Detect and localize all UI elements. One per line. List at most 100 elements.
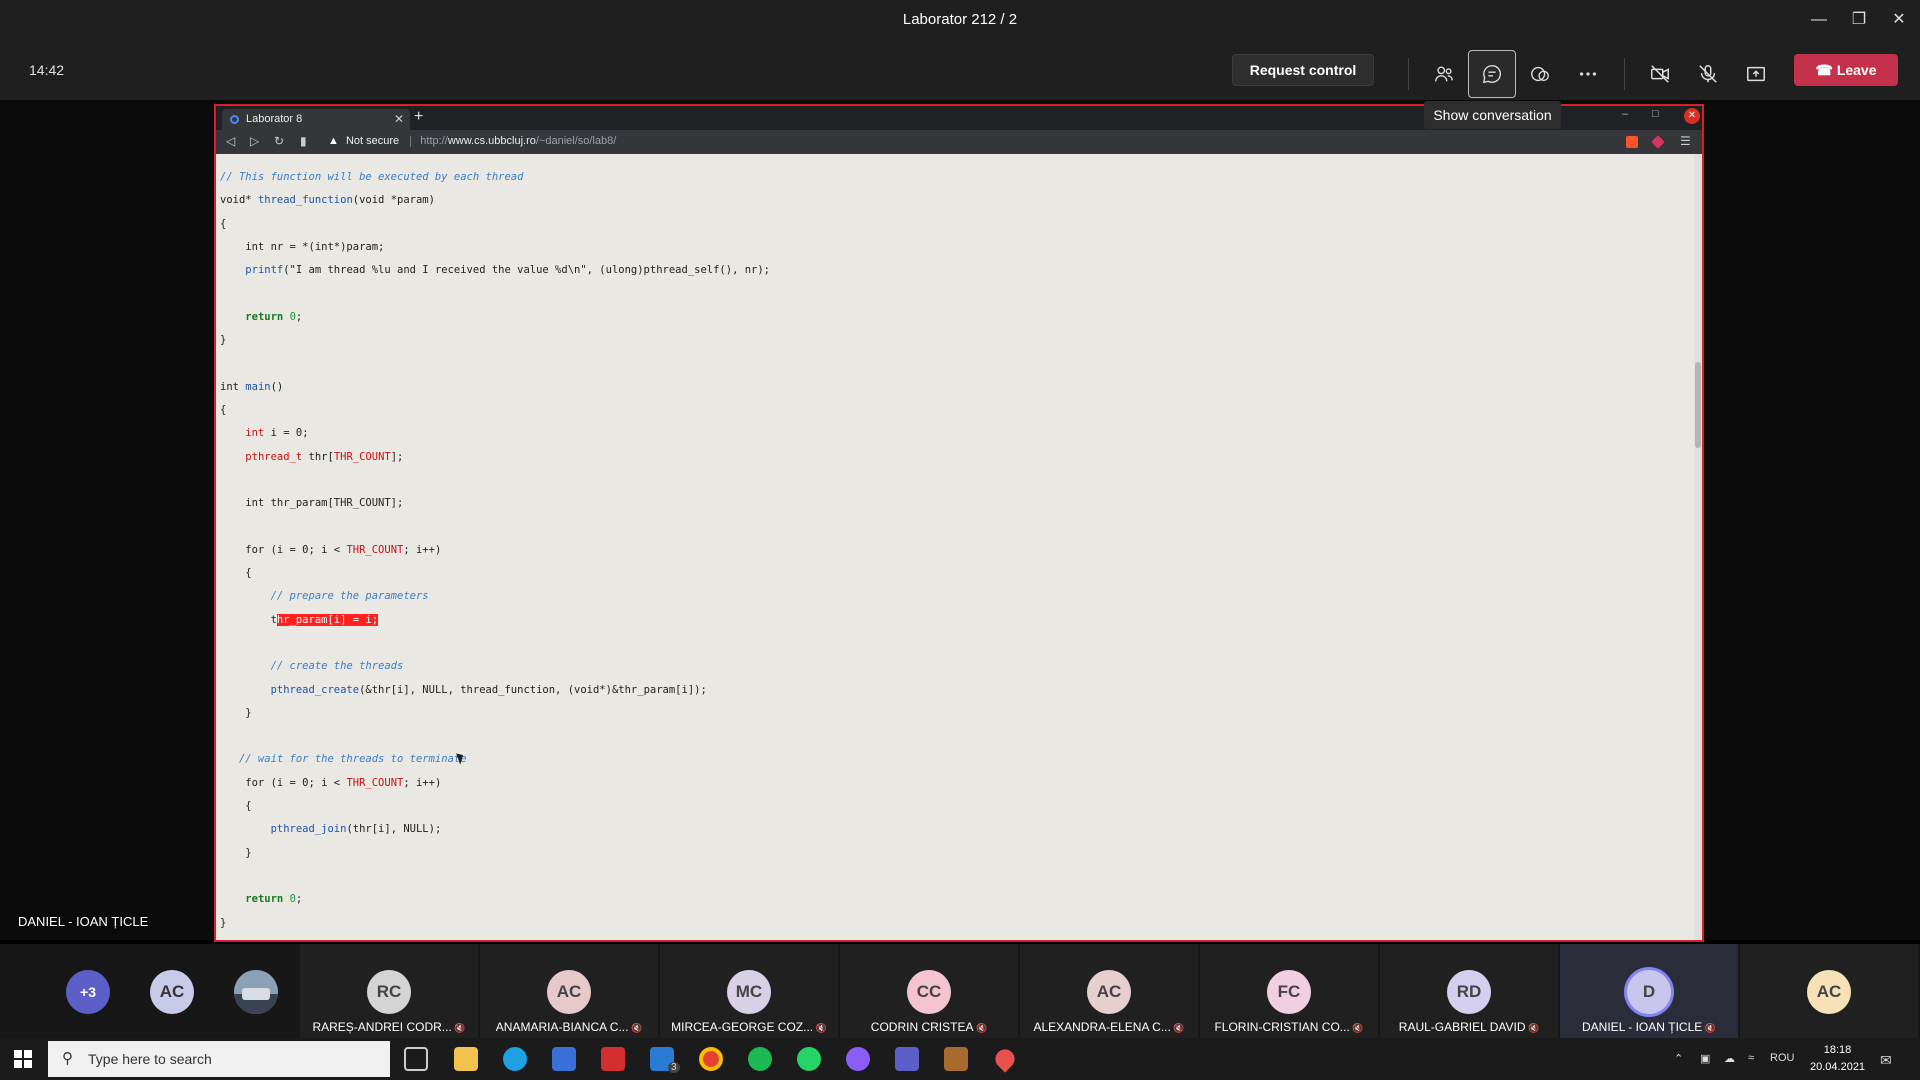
language-indicator[interactable]: ROU — [1770, 1052, 1794, 1064]
leave-button[interactable]: ☎ Leave — [1794, 54, 1898, 86]
muted-mic-icon: 🔇 — [1349, 1023, 1364, 1033]
menu-icon[interactable]: ☰ — [1680, 134, 1691, 148]
page-scrollbar[interactable] — [1694, 154, 1702, 940]
reload-icon[interactable]: ↻ — [274, 134, 284, 148]
search-icon: ⚲ — [62, 1050, 73, 1067]
file-explorer-icon[interactable] — [454, 1047, 478, 1071]
app-icon[interactable] — [991, 1045, 1019, 1073]
url-path: /~daniel/so/lab8/ — [535, 135, 617, 147]
whatsapp-icon[interactable] — [797, 1047, 821, 1071]
participant-tile[interactable]: AC ALEXANDRA-ELENA C... 🔇 — [1020, 944, 1198, 1038]
bookmark-icon[interactable]: ▮ — [300, 134, 307, 148]
participant-name-text: RAUL-GABRIEL DAVID — [1398, 1020, 1526, 1034]
taskbar-search-input[interactable]: ⚲ Type here to search — [48, 1041, 390, 1077]
avatar: AC — [1087, 970, 1131, 1014]
overflow-participants-button[interactable]: +3 — [66, 970, 110, 1014]
page-content: // This function will be executed by eac… — [216, 154, 1702, 940]
brave-shield-icon[interactable] — [1626, 136, 1638, 148]
participant-tile[interactable]: AC — [1740, 944, 1918, 1038]
mic-off-icon[interactable] — [1684, 50, 1732, 98]
restore-icon[interactable]: ❐ — [1844, 8, 1874, 32]
divider — [410, 135, 412, 147]
url-field[interactable]: ▲ Not secure http://www.cs.ubbcluj.ro/~d… — [328, 135, 616, 147]
wifi-icon[interactable]: ≈ — [1748, 1052, 1754, 1064]
camera-off-icon[interactable] — [1636, 50, 1684, 98]
acrobat-icon[interactable] — [601, 1047, 625, 1071]
browser-close-icon[interactable]: ✕ — [1684, 108, 1700, 124]
close-tab-icon[interactable]: ✕ — [394, 109, 404, 130]
avatar: D — [1627, 970, 1671, 1014]
participant-tile[interactable]: AC ANAMARIA-BIANCA C... 🔇 — [480, 944, 658, 1038]
reactions-icon[interactable] — [1516, 50, 1564, 98]
participant-tile[interactable]: CC CODRIN CRISTEA 🔇 — [840, 944, 1018, 1038]
more-options-icon[interactable] — [1564, 50, 1612, 98]
brave-rewards-icon[interactable] — [1651, 135, 1665, 149]
close-icon[interactable]: ✕ — [1884, 8, 1914, 32]
windows-taskbar: ⚲ Type here to search 3 ⌃ ▣ ☁ ≈ ROU 18:1… — [0, 1038, 1920, 1080]
shared-browser-window: Laborator 8 ✕ + – □ ✕ ◁ ▷ ↻ ▮ ▲ Not secu… — [214, 104, 1704, 942]
participant-name: RAUL-GABRIEL DAVID 🔇 — [1380, 1020, 1558, 1034]
avatar: AC — [1807, 970, 1851, 1014]
browser-tab[interactable]: Laborator 8 ✕ — [222, 109, 410, 130]
browser-restore-icon[interactable]: □ — [1652, 108, 1659, 120]
url-host: www.cs.ubbcluj.ro — [447, 135, 536, 147]
title-bar: Laborator 212 / 2 — ❐ ✕ — [0, 0, 1920, 40]
share-screen-icon[interactable] — [1732, 50, 1780, 98]
avatar-photo[interactable] — [234, 970, 278, 1014]
participant-name-text: CODRIN CRISTEA — [870, 1020, 974, 1034]
avatar: CC — [907, 970, 951, 1014]
browser-address-bar: ◁ ▷ ↻ ▮ ▲ Not secure http://www.cs.ubbcl… — [216, 130, 1702, 154]
participant-name: MIRCEA-GEORGE COZ... 🔇 — [660, 1020, 838, 1034]
participant-name: ANAMARIA-BIANCA C... 🔇 — [480, 1020, 658, 1034]
chrome-icon[interactable] — [699, 1047, 723, 1071]
avatar: MC — [727, 970, 771, 1014]
avatar: AC — [547, 970, 591, 1014]
new-tab-icon[interactable]: + — [414, 108, 423, 126]
favicon-icon — [230, 115, 239, 124]
muted-mic-icon: 🔇 — [628, 1023, 643, 1033]
warning-icon: ▲ — [328, 135, 339, 147]
spotify-icon[interactable] — [748, 1047, 772, 1071]
participant-name: RAREȘ-ANDREI CODR... 🔇 — [300, 1020, 478, 1034]
avatar[interactable]: AC — [150, 970, 194, 1014]
participant-strip: +3 AC RC RAREȘ-ANDREI CODR... 🔇 AC ANAMARIA… — [0, 944, 1920, 1038]
forward-icon[interactable]: ▷ — [250, 134, 259, 148]
participants-icon[interactable] — [1420, 50, 1468, 98]
task-view-icon[interactable] — [404, 1047, 428, 1071]
meeting-timer: 14:42 — [29, 62, 65, 78]
tray-device-icon[interactable]: ▣ — [1700, 1052, 1710, 1065]
divider — [1408, 58, 1409, 90]
chat-icon[interactable] — [1468, 50, 1516, 98]
store-icon[interactable] — [552, 1047, 576, 1071]
participant-name-text: DANIEL - IOAN ȚICLE — [1582, 1020, 1703, 1034]
participant-name-text: ANAMARIA-BIANCA C... — [495, 1020, 629, 1034]
request-control-button[interactable]: Request control — [1232, 54, 1374, 86]
not-secure-label: Not secure — [345, 135, 400, 147]
code-block: // This function will be executed by eac… — [220, 171, 770, 929]
edge-icon[interactable] — [503, 1047, 527, 1071]
participant-name: CODRIN CRISTEA 🔇 — [840, 1020, 1018, 1034]
search-placeholder: Type here to search — [88, 1051, 212, 1067]
back-icon[interactable]: ◁ — [226, 134, 235, 148]
minimize-icon[interactable]: — — [1804, 8, 1834, 32]
game-icon[interactable] — [944, 1047, 968, 1071]
onedrive-icon[interactable]: ☁ — [1724, 1052, 1735, 1065]
tray-chevron-icon[interactable]: ⌃ — [1674, 1052, 1683, 1065]
teams-icon[interactable] — [895, 1047, 919, 1071]
participant-tile[interactable]: RC RAREȘ-ANDREI CODR... 🔇 — [300, 944, 478, 1038]
notifications-icon[interactable]: ✉ — [1880, 1052, 1892, 1069]
taskbar-clock[interactable]: 18:18 20.04.2021 — [1810, 1042, 1865, 1076]
leave-label: Leave — [1836, 62, 1877, 78]
messenger-icon[interactable] — [846, 1047, 870, 1071]
browser-minimize-icon[interactable]: – — [1622, 108, 1628, 120]
participant-tile[interactable]: D DANIEL - IOAN ȚICLE 🔇 — [1560, 944, 1738, 1038]
scrollbar-thumb[interactable] — [1695, 362, 1701, 448]
meeting-toolbar: 14:42 Request control ☎ Leave — [0, 40, 1920, 100]
participant-tile[interactable]: MC MIRCEA-GEORGE COZ... 🔇 — [660, 944, 838, 1038]
window-title: Laborator 212 / 2 — [902, 11, 1018, 28]
participant-tile[interactable]: FC FLORIN-CRISTIAN CO... 🔇 — [1200, 944, 1378, 1038]
windows-start-icon[interactable] — [14, 1050, 32, 1068]
muted-mic-icon: 🔇 — [451, 1023, 466, 1033]
participant-tile[interactable]: RD RAUL-GABRIEL DAVID 🔇 — [1380, 944, 1558, 1038]
muted-mic-icon: 🔇 — [973, 1023, 988, 1033]
